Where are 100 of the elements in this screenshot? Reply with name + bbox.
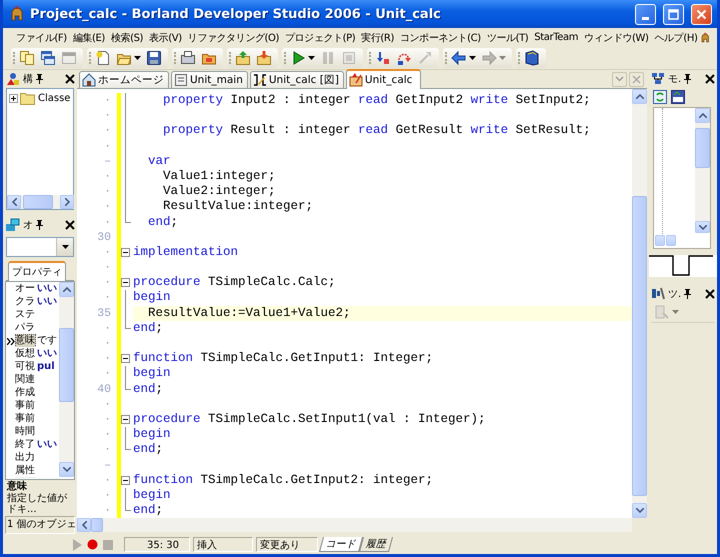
- menu-item[interactable]: コンポーネント(C): [396, 30, 484, 44]
- maximize-button[interactable]: [663, 4, 684, 24]
- print-icon[interactable]: [180, 50, 196, 66]
- scroll-down-button[interactable]: [632, 503, 647, 518]
- code-line: property Input2 : integer read GetInput2 write SetInput2;: [162, 93, 592, 108]
- save-icon[interactable]: [146, 50, 162, 66]
- panel-title: ツ.: [668, 288, 682, 300]
- menu-item[interactable]: 表示(V): [146, 30, 185, 44]
- property-name[interactable]: 意味: [15, 334, 36, 348]
- caret-icon[interactable]: [134, 56, 141, 60]
- menu-item[interactable]: 編集(E): [70, 30, 108, 44]
- menu-item[interactable]: ツール(T): [484, 30, 532, 44]
- expand-icon[interactable]: [9, 94, 18, 103]
- scroll-up-button[interactable]: [695, 108, 710, 123]
- close-icon[interactable]: [65, 220, 75, 230]
- window-title: Project_calc - Borland Developer Studio 2006 - Unit_calc: [30, 6, 442, 22]
- minimize-button[interactable]: [635, 4, 656, 24]
- documents-icon[interactable]: [19, 50, 35, 66]
- code-line: Value2:integer;: [162, 184, 277, 200]
- pin-icon[interactable]: [36, 74, 43, 84]
- fold-toggle-icon[interactable]: [121, 248, 130, 257]
- new-file-icon[interactable]: [95, 50, 111, 66]
- property-value[interactable]: いい: [36, 295, 58, 309]
- helmet-icon: [700, 30, 711, 46]
- view-tab[interactable]: 履歴: [359, 537, 393, 552]
- menu-item[interactable]: リファクタリング(O): [184, 30, 282, 44]
- scroll-down-button[interactable]: [59, 462, 74, 477]
- close-icon[interactable]: [705, 74, 715, 84]
- scroll-right-button[interactable]: [60, 195, 74, 209]
- inspector-icon: [5, 218, 20, 232]
- scroll-thumb[interactable]: [695, 128, 710, 168]
- windows-icon[interactable]: [40, 50, 56, 66]
- dropdown-button[interactable]: [56, 238, 73, 256]
- add-file-icon[interactable]: [235, 50, 251, 66]
- editor-tab[interactable]: Unit_calc: [346, 69, 422, 89]
- book-icon[interactable]: [524, 50, 540, 66]
- menu-item[interactable]: StarTeam: [531, 32, 582, 43]
- scroll-down-button[interactable]: [695, 221, 710, 233]
- chevron-right-icon: [64, 198, 70, 206]
- trace-into-icon[interactable]: [375, 50, 391, 66]
- back-arrow-icon[interactable]: [451, 50, 467, 66]
- fold-toggle-icon[interactable]: [121, 476, 130, 485]
- inspector-status: 1 個のオブジェ: [5, 516, 75, 534]
- fold-toggle-icon[interactable]: [121, 414, 130, 424]
- code-line: begin: [133, 488, 172, 504]
- caret-icon[interactable]: [308, 56, 315, 60]
- folder-icon: [20, 92, 36, 105]
- pin-icon[interactable]: [684, 74, 692, 84]
- description-title: 意味: [7, 481, 28, 492]
- insert-mode: 挿入: [193, 537, 253, 552]
- scroll-thumb[interactable]: [23, 195, 53, 209]
- scroll-thumb[interactable]: [59, 328, 74, 402]
- property-value[interactable]: いい: [36, 282, 58, 296]
- property-value[interactable]: です: [36, 334, 58, 348]
- inspector-tab[interactable]: プロパティ: [8, 261, 66, 281]
- property-value[interactable]: いい: [36, 438, 58, 452]
- close-icon: [696, 8, 707, 20]
- scroll-left-button[interactable]: [7, 195, 21, 209]
- diagram-icon[interactable]: [671, 90, 685, 104]
- close-button[interactable]: [691, 4, 712, 24]
- code-line: procedure TSimpleCalc.SetInput1(val : Integer);: [133, 412, 487, 428]
- tree-item[interactable]: Classe: [38, 92, 70, 105]
- code-line: ResultValue:integer;: [162, 199, 314, 214]
- close-icon[interactable]: [65, 74, 75, 84]
- menu-item[interactable]: 検索(S): [108, 30, 146, 44]
- panel-title: オ: [23, 218, 33, 232]
- menu-item[interactable]: 実行(R): [358, 30, 397, 44]
- property-value[interactable]: pul: [36, 360, 58, 374]
- tree-icon: [651, 72, 665, 85]
- caret-icon[interactable]: [469, 56, 476, 60]
- scroll-thumb[interactable]: [632, 196, 647, 496]
- code-line: end;: [133, 503, 164, 518]
- pin-icon[interactable]: [36, 220, 43, 230]
- scroll-thumb[interactable]: [91, 518, 103, 532]
- editor-tab[interactable]: ホームページ: [79, 71, 169, 88]
- scroll-up-button[interactable]: [632, 89, 647, 104]
- menu-item[interactable]: プロジェクト(P): [282, 30, 358, 44]
- remove-file-icon[interactable]: [256, 50, 272, 66]
- tools-icon: [651, 287, 665, 300]
- record-icon[interactable]: [87, 539, 98, 550]
- pin-icon[interactable]: [684, 288, 692, 298]
- view-tab[interactable]: コード: [319, 537, 363, 552]
- scroll-left-button[interactable]: [77, 518, 91, 532]
- tab-outline-drawing: [649, 255, 715, 277]
- fold-toggle-icon[interactable]: [121, 278, 130, 288]
- property-name[interactable]: 属性: [15, 464, 36, 478]
- chevron-up-icon: [698, 113, 706, 118]
- panel-title: モ.: [668, 72, 682, 86]
- refresh-icon[interactable]: [653, 90, 667, 104]
- editor-tab[interactable]: Unit_main: [171, 71, 248, 88]
- menu-item[interactable]: ヘルプ(H): [652, 30, 700, 44]
- property-value[interactable]: いい: [36, 347, 58, 361]
- menu-item[interactable]: ウィンドウ(W): [581, 30, 652, 44]
- scroll-up-button[interactable]: [59, 282, 74, 297]
- editor-tab[interactable]: Unit_calc [図]: [250, 71, 344, 88]
- chevron-left-icon: [12, 198, 16, 206]
- close-icon[interactable]: [705, 288, 715, 298]
- fold-toggle-icon[interactable]: [121, 354, 130, 364]
- code-icon: [348, 73, 363, 87]
- menu-item[interactable]: ファイル(F): [13, 30, 70, 44]
